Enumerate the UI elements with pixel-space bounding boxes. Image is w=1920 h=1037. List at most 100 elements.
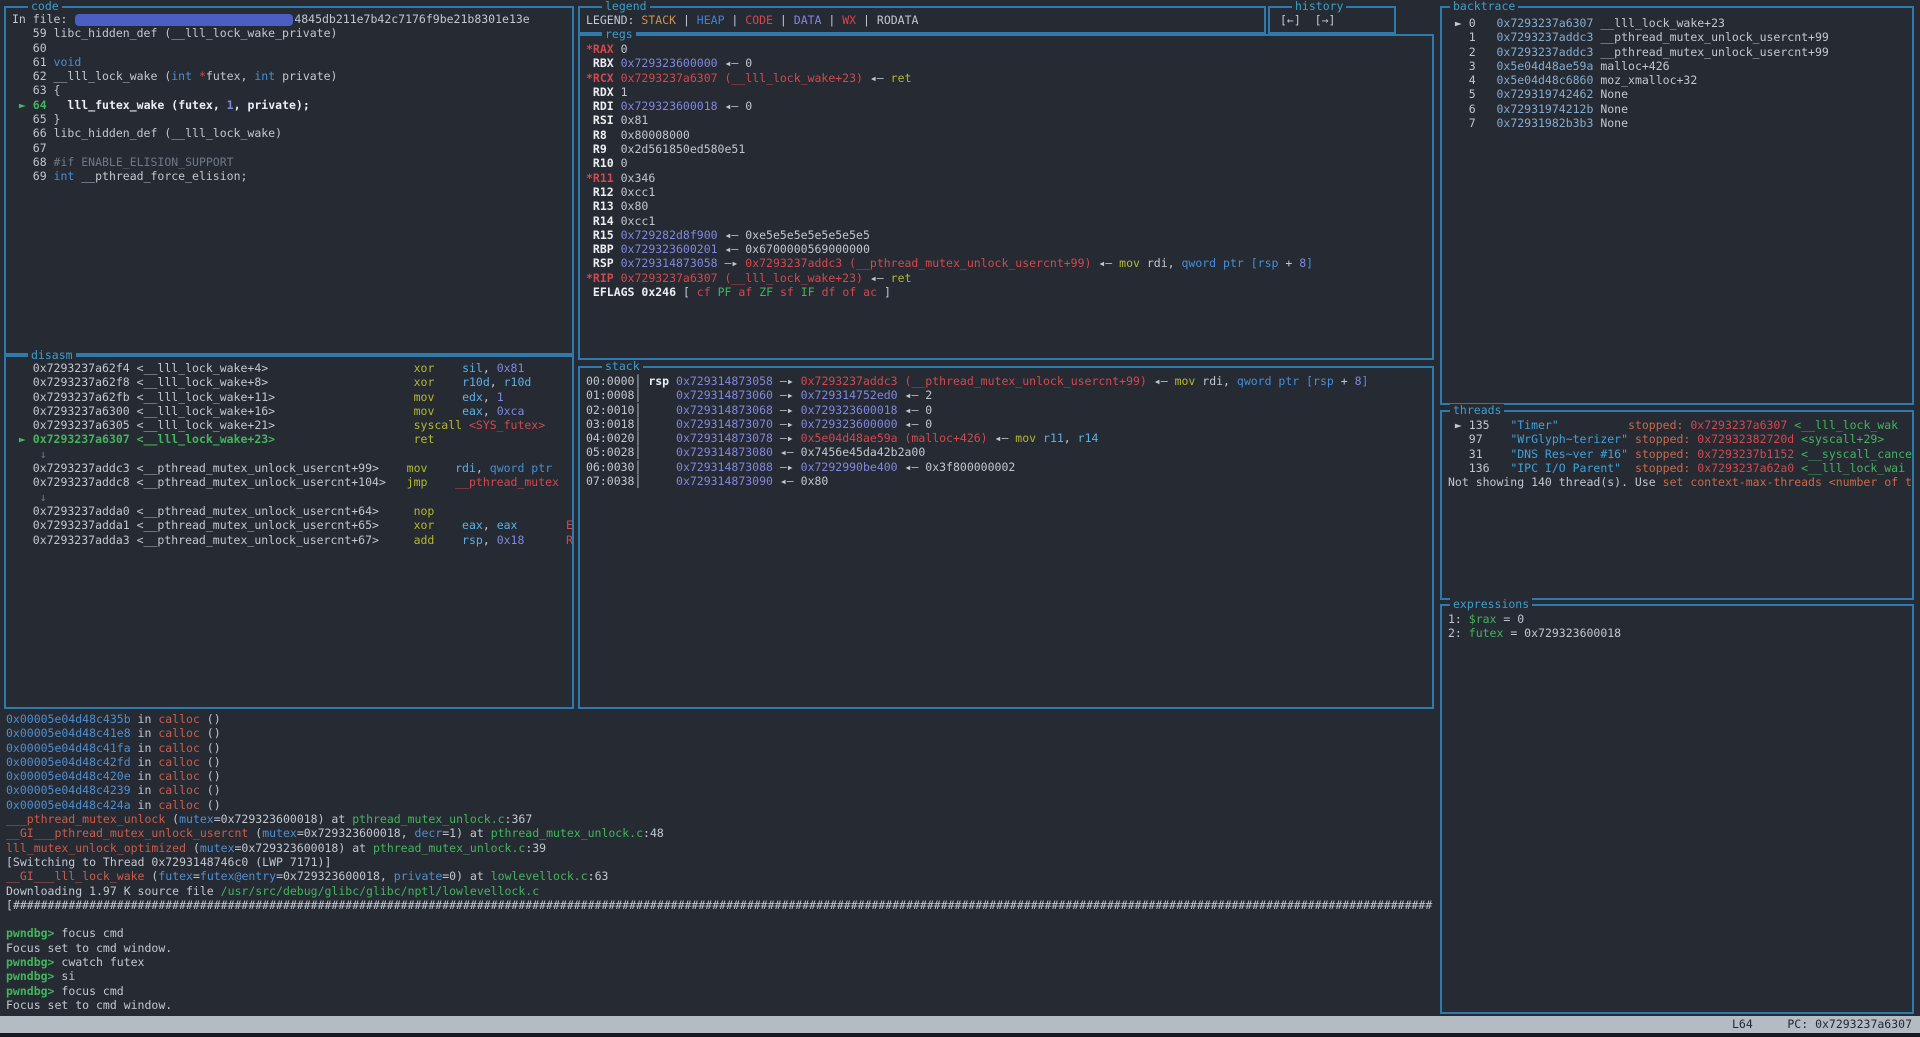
text-line: pwndbg> focus cmd <box>6 984 1440 998</box>
bottom-edge-strip <box>0 1033 1920 1037</box>
text-line: 136 "IPC I/O Parent" stopped: 0x7293237a… <box>1448 461 1912 475</box>
text-line: RSP 0x729314873058 —▸ 0x7293237addc3 (__… <box>586 256 1432 270</box>
text-line: 0x7293237addc8 <__pthread_mutex_unlock_u… <box>12 475 572 489</box>
text-line: R8 0x80008000 <box>586 128 1432 142</box>
text-line: RSI 0x81 <box>586 113 1432 127</box>
history-back-button[interactable]: [←] <box>1280 13 1301 27</box>
disassembly-lines: 0x7293237a62f4 <__lll_lock_wake+4> xor s… <box>12 361 572 547</box>
redacted-file-path <box>75 14 293 26</box>
text-line: 0x7293237adda3 <__pthread_mutex_unlock_u… <box>12 533 572 547</box>
expressions-panel-title: expressions <box>1450 598 1532 611</box>
code-panel-title: code <box>28 0 62 13</box>
text-line: R12 0xcc1 <box>586 185 1432 199</box>
text-line: 5 0x729319742462 None <box>1448 87 1912 101</box>
text-line: ► 64 lll_futex_wake (futex, 1, private); <box>12 98 572 112</box>
text-line: 31 "DNS Res~ver #16" stopped: 0x7293237b… <box>1448 447 1912 461</box>
expressions-panel: expressions 1: $rax = 02: futex = 0x7293… <box>1440 604 1914 1014</box>
text-line <box>6 912 1440 926</box>
text-line: LEGEND: STACK | HEAP | CODE | DATA | WX … <box>586 13 1264 27</box>
text-line: [#######################################… <box>6 898 1440 912</box>
text-line: 0x7293237a6300 <__lll_lock_wake+16> mov … <box>12 404 572 418</box>
backtrace-panel-title: backtrace <box>1450 0 1518 13</box>
text-line: ► 0x7293237a6307 <__lll_lock_wake+23> re… <box>12 432 572 446</box>
text-line: 0x7293237a62f8 <__lll_lock_wake+8> xor r… <box>12 375 572 389</box>
text-line: 0x00005e04d48c424a in calloc () <box>6 798 1440 812</box>
text-line: *R11 0x346 <box>586 171 1432 185</box>
text-line: RDI 0x729323600018 ◂— 0 <box>586 99 1432 113</box>
text-line: ► 0 0x7293237a6307 __lll_lock_wake+23 <box>1448 16 1912 30</box>
text-line: pwndbg> <box>6 1012 1440 1014</box>
text-line: pwndbg> cwatch futex <box>6 955 1440 969</box>
text-line: *RAX 0 <box>586 42 1432 56</box>
text-line: 7 0x72931982b3b3 None <box>1448 116 1912 130</box>
text-line: 0x00005e04d48c41e8 in calloc () <box>6 726 1440 740</box>
history-buttons: [←] [→] <box>1280 13 1394 27</box>
text-line: R15 0x729282d8f900 ◂— 0xe5e5e5e5e5e5e5e5 <box>586 228 1432 242</box>
stack-lines: 00:0000│ rsp 0x729314873058 —▸ 0x7293237… <box>586 374 1432 488</box>
file-hash: 4845db211e7b42c7176f9be21b8301e13e <box>294 12 529 26</box>
disassembly-panel-title: disasm <box>28 349 76 362</box>
text-line: ↓ <box>12 490 572 504</box>
text-line: 07:0038│ 0x729314873090 ◂— 0x80 <box>586 474 1432 488</box>
text-line: 0x00005e04d48c435b in calloc () <box>6 712 1440 726</box>
status-line-pc: L64 PC: 0x7293237a6307 <box>1732 1016 1912 1033</box>
text-line: ___pthread_mutex_unlock (mutex=0x7293236… <box>6 812 1440 826</box>
text-line: R13 0x80 <box>586 199 1432 213</box>
file-label: In file: <box>12 12 74 26</box>
legend-panel: legend LEGEND: STACK | HEAP | CODE | DAT… <box>578 6 1266 34</box>
text-line: 0x00005e04d48c420e in calloc () <box>6 769 1440 783</box>
text-line: RDX 1 <box>586 85 1432 99</box>
text-line: 59 libc_hidden_def (__lll_lock_wake_priv… <box>12 26 572 40</box>
text-line: pwndbg> focus cmd <box>6 926 1440 940</box>
text-line: 60 <box>12 41 572 55</box>
text-line: 3 0x5e04d48ae59a malloc+426 <box>1448 59 1912 73</box>
console-output[interactable]: 0x00005e04d48c435b in calloc ()0x00005e0… <box>2 712 1440 1014</box>
stack-panel: stack 00:0000│ rsp 0x729314873058 —▸ 0x7… <box>578 366 1434 709</box>
status-bar: multi-thre Thread 0x7293148746 (cmd) In:… <box>0 1016 1920 1033</box>
backtrace-lines: ► 0 0x7293237a6307 __lll_lock_wake+23 1 … <box>1448 16 1912 130</box>
history-forward-button[interactable]: [→] <box>1315 13 1336 27</box>
legend-lines: LEGEND: STACK | HEAP | CODE | DATA | WX … <box>586 13 1264 27</box>
stack-panel-title: stack <box>602 360 643 373</box>
text-line: EFLAGS 0x246 [ cf PF af ZF sf IF df of a… <box>586 285 1432 299</box>
text-line: 0x00005e04d48c4239 in calloc () <box>6 783 1440 797</box>
text-line: 0x7293237a6305 <__lll_lock_wake+21> sysc… <box>12 418 572 432</box>
text-line: 66 libc_hidden_def (__lll_lock_wake) <box>12 126 572 140</box>
registers-panel-title: regs <box>602 28 636 41</box>
text-line: 0x00005e04d48c42fd in calloc () <box>6 755 1440 769</box>
text-line: Not showing 140 thread(s). Use set conte… <box>1448 475 1912 489</box>
text-line: Focus set to cmd window. <box>6 941 1440 955</box>
text-line: RBX 0x729323600000 ◂— 0 <box>586 56 1432 70</box>
text-line: 68 #if ENABLE_ELISION_SUPPORT <box>12 155 572 169</box>
expression-lines: 1: $rax = 02: futex = 0x729323600018 <box>1448 612 1912 641</box>
disassembly-panel: disasm 0x7293237a62f4 <__lll_lock_wake+4… <box>4 355 574 709</box>
text-line: 03:0018│ 0x729314873070 —▸ 0x72932360000… <box>586 417 1432 431</box>
history-panel-title: history <box>1292 0 1346 13</box>
text-line: __GI___pthread_mutex_unlock_usercnt (mut… <box>6 826 1440 840</box>
text-line: pwndbg> si <box>6 969 1440 983</box>
text-line: 02:0010│ 0x729314873068 —▸ 0x72932360001… <box>586 403 1432 417</box>
history-spacer <box>1301 13 1315 27</box>
text-line: ↓ <box>12 447 572 461</box>
text-line: 0x7293237a62fb <__lll_lock_wake+11> mov … <box>12 390 572 404</box>
text-line: 69 int __pthread_force_elision; <box>12 169 572 183</box>
text-line: R14 0xcc1 <box>586 214 1432 228</box>
text-line: 06:0030│ 0x729314873088 —▸ 0x7292990be40… <box>586 460 1432 474</box>
text-line: 65 } <box>12 112 572 126</box>
text-line: R10 0 <box>586 156 1432 170</box>
text-line: 0x7293237a62f4 <__lll_lock_wake+4> xor s… <box>12 361 572 375</box>
text-line: 00:0000│ rsp 0x729314873058 —▸ 0x7293237… <box>586 374 1432 388</box>
text-line: ► 135 "Timer" stopped: 0x7293237a6307 <_… <box>1448 418 1912 432</box>
backtrace-panel: backtrace ► 0 0x7293237a6307 __lll_lock_… <box>1440 6 1914 405</box>
history-panel: history [←] [→] <box>1268 6 1396 34</box>
text-line: 0x7293237adda1 <__pthread_mutex_unlock_u… <box>12 518 572 532</box>
source-code-lines: 59 libc_hidden_def (__lll_lock_wake_priv… <box>12 26 572 183</box>
text-line: 61 void <box>12 55 572 69</box>
text-line: 63 { <box>12 83 572 97</box>
text-line: lll_mutex_unlock_optimized (mutex=0x7293… <box>6 841 1440 855</box>
thread-lines: ► 135 "Timer" stopped: 0x7293237a6307 <_… <box>1448 418 1912 489</box>
threads-panel: threads ► 135 "Timer" stopped: 0x7293237… <box>1440 410 1914 600</box>
text-line: *RCX 0x7293237a6307 (__lll_lock_wake+23)… <box>586 71 1432 85</box>
pwndbg-terminal: code In file: 4845db211e7b42c7176f9be21b… <box>0 0 1920 1037</box>
code-panel: code In file: 4845db211e7b42c7176f9be21b… <box>4 6 574 355</box>
